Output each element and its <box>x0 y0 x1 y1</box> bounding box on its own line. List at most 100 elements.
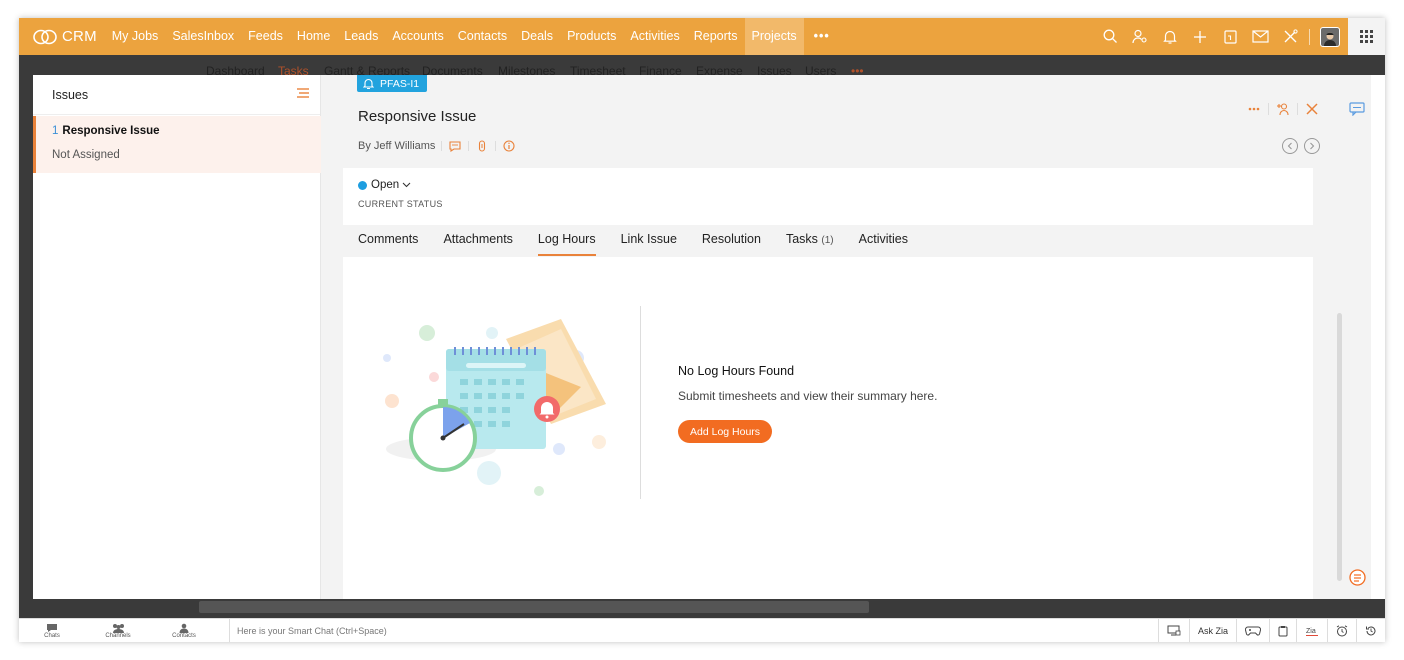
history-icon[interactable] <box>1356 618 1385 642</box>
empty-state-subtitle: Submit timesheets and view their summary… <box>678 389 938 403</box>
issue-title-text: Responsive Issue <box>62 125 160 137</box>
add-log-hours-button[interactable]: Add Log Hours <box>678 420 773 443</box>
chats-label: Chats <box>44 632 60 639</box>
more-options-icon[interactable] <box>1246 101 1262 117</box>
user-settings-icon[interactable] <box>1125 18 1155 55</box>
next-issue-icon[interactable] <box>1304 138 1320 154</box>
comment-icon[interactable] <box>448 139 462 153</box>
issues-list-panel: Issues 1 Responsive Issue Not Assigned <box>33 75 321 599</box>
content-divider <box>640 306 641 499</box>
issue-bell-icon <box>363 78 374 89</box>
issue-author: By Jeff Williams <box>358 140 436 152</box>
chat-bubble-icon <box>47 623 57 632</box>
issue-id-text: PFAS-I1 <box>380 77 420 90</box>
feedback-chat-icon[interactable] <box>1343 102 1371 116</box>
crm-logo-icon <box>33 29 57 44</box>
ask-zia-button[interactable]: Ask Zia <box>1188 618 1236 642</box>
issues-panel-header: Issues <box>33 75 320 115</box>
calendar-icon[interactable] <box>1215 18 1245 55</box>
issues-panel-title: Issues <box>52 87 89 102</box>
byline-divider <box>468 141 470 151</box>
issue-detail-panel: PFAS-I1 Responsive Issue By Jeff William… <box>321 75 1371 599</box>
mail-icon[interactable] <box>1245 18 1275 55</box>
issue-list-item[interactable]: 1 Responsive Issue Not Assigned <box>33 116 321 173</box>
issue-id-badge: PFAS-I1 <box>357 75 428 92</box>
status-value: Open <box>371 179 400 191</box>
vertical-scrollbar[interactable] <box>1337 313 1342 581</box>
issue-number: 1 <box>52 125 59 137</box>
contact-person-icon <box>179 623 189 633</box>
nav-accounts[interactable]: Accounts <box>385 18 450 55</box>
nav-deals[interactable]: Deals <box>514 18 560 55</box>
tab-attachments[interactable]: Attachments <box>443 232 512 256</box>
nav-products[interactable]: Products <box>560 18 623 55</box>
filter-menu-icon[interactable] <box>296 87 310 102</box>
search-icon[interactable] <box>1095 18 1125 55</box>
app-window: CRM My Jobs SalesInbox Feeds Home Leads … <box>19 18 1385 642</box>
brand-name: CRM <box>62 28 97 45</box>
nav-feeds[interactable]: Feeds <box>241 18 290 55</box>
follow-user-icon[interactable] <box>1275 101 1291 117</box>
issue-title: Responsive Issue <box>358 108 477 125</box>
close-icon[interactable] <box>1304 101 1320 117</box>
attachment-icon[interactable] <box>475 139 489 153</box>
info-icon[interactable] <box>502 139 516 153</box>
status-dropdown[interactable]: Open <box>358 179 411 191</box>
chevron-down-icon <box>402 182 411 188</box>
nav-contacts[interactable]: Contacts <box>451 18 514 55</box>
log-hours-content: No Log Hours Found Submit timesheets and… <box>343 257 1313 599</box>
channels-icon <box>112 623 124 633</box>
tab-comments[interactable]: Comments <box>358 232 418 256</box>
user-avatar[interactable] <box>1320 26 1340 47</box>
nav-utilities <box>1095 18 1385 55</box>
bell-icon[interactable] <box>1155 18 1185 55</box>
header-actions-divider <box>1268 103 1269 115</box>
top-nav: CRM My Jobs SalesInbox Feeds Home Leads … <box>19 18 1385 55</box>
clipboard-icon[interactable] <box>1269 618 1296 642</box>
zia-icon[interactable]: Zia <box>1296 618 1327 642</box>
nav-more-button[interactable]: ••• <box>804 18 840 55</box>
tab-activities[interactable]: Activities <box>859 232 908 256</box>
tab-log-hours[interactable]: Log Hours <box>537 232 596 256</box>
gamepad-icon[interactable] <box>1236 618 1269 642</box>
contacts-label: Contacts <box>172 632 196 639</box>
alarm-clock-icon[interactable] <box>1327 618 1356 642</box>
tab-tasks[interactable]: Tasks (1) <box>786 232 834 256</box>
previous-issue-icon[interactable] <box>1282 138 1298 154</box>
byline-divider <box>495 141 497 151</box>
empty-log-hours-illustration <box>383 319 606 496</box>
bottom-bar-tools: Ask Zia Zia <box>1157 618 1385 642</box>
header-actions-divider <box>1297 103 1298 115</box>
status-label: CURRENT STATUS <box>358 199 443 209</box>
smart-chat-input[interactable]: Here is your Smart Chat (Ctrl+Space) <box>229 618 1134 642</box>
nav-salesinbox[interactable]: SalesInbox <box>165 18 241 55</box>
crm-logo[interactable]: CRM <box>33 28 97 45</box>
nav-projects[interactable]: Projects <box>744 18 804 55</box>
nav-leads[interactable]: Leads <box>337 18 385 55</box>
issue-navigation <box>1282 138 1320 154</box>
issue-tabs: Comments Attachments Log Hours Link Issu… <box>358 232 933 256</box>
horizontal-scrollbar[interactable] <box>199 601 869 613</box>
tab-link-issue[interactable]: Link Issue <box>621 232 677 256</box>
nav-reports[interactable]: Reports <box>687 18 745 55</box>
issue-byline: By Jeff Williams <box>358 139 516 153</box>
nav-my-jobs[interactable]: My Jobs <box>105 18 166 55</box>
channels-label: Channels <box>105 632 131 639</box>
tools-icon[interactable] <box>1275 18 1305 55</box>
tab-tasks-label: Tasks <box>785 232 818 246</box>
channels-button[interactable]: Channels <box>85 623 151 639</box>
apps-grid-icon[interactable] <box>1348 18 1385 55</box>
chats-button[interactable]: Chats <box>19 623 85 639</box>
nav-activities[interactable]: Activities <box>623 18 686 55</box>
status-card: Open CURRENT STATUS <box>343 168 1313 225</box>
screen-share-icon[interactable] <box>1157 618 1189 642</box>
add-icon[interactable] <box>1185 18 1215 55</box>
nav-home[interactable]: Home <box>290 18 337 55</box>
bottom-bar: Chats Channels Contacts Here is your Sma… <box>19 618 1385 642</box>
quick-actions-icon[interactable] <box>1343 569 1371 586</box>
tab-resolution[interactable]: Resolution <box>702 232 761 256</box>
status-dot <box>358 180 367 190</box>
contacts-button[interactable]: Contacts <box>151 623 217 639</box>
nav-divider <box>1309 28 1310 45</box>
issue-header-actions <box>1246 101 1320 117</box>
